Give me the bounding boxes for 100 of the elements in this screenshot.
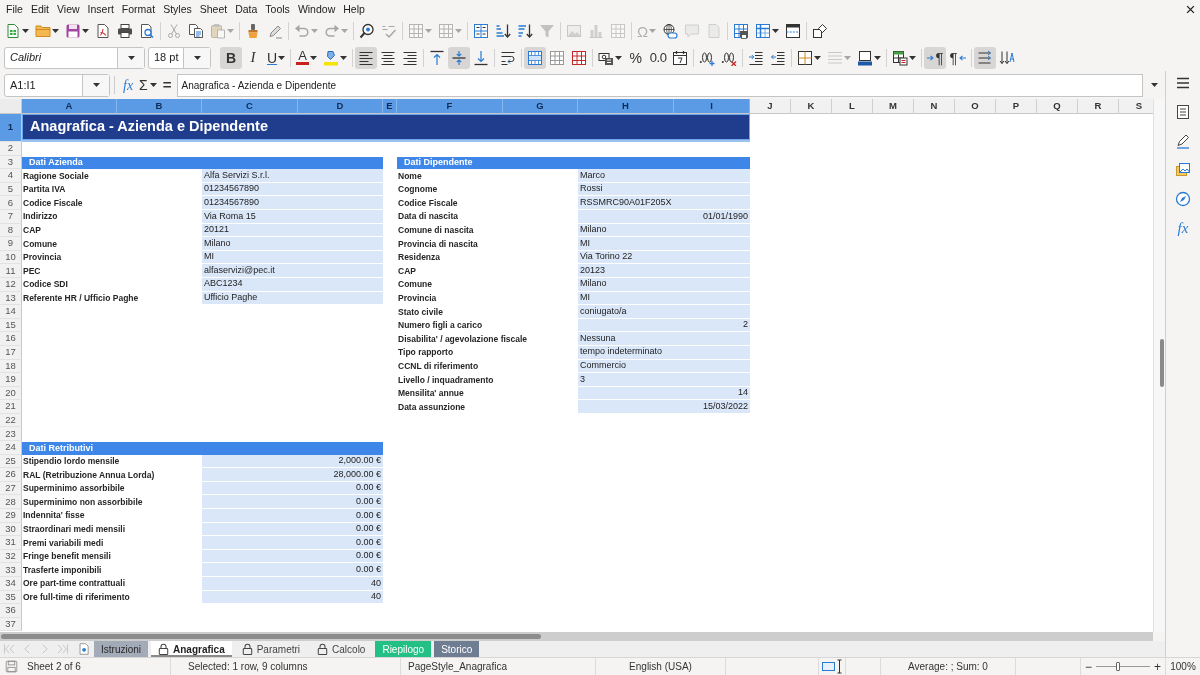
row-header[interactable]: 2	[0, 142, 22, 156]
row-header[interactable]: 29	[0, 509, 22, 523]
menu-item[interactable]: File	[2, 0, 27, 18]
sort-ascending-icon	[495, 23, 511, 39]
sum-button[interactable]: Σ	[136, 74, 160, 96]
menu-item[interactable]: Tools	[261, 0, 294, 18]
column-header[interactable]: Q	[1037, 99, 1078, 114]
menu-item[interactable]: Help	[339, 0, 369, 18]
menu-item[interactable]: Insert	[83, 0, 118, 18]
rtl-button[interactable]: ¶	[946, 46, 969, 69]
menu-icon	[1175, 75, 1191, 91]
bar-chart-icon	[588, 23, 604, 39]
column-header[interactable]: E	[383, 99, 397, 114]
row-header[interactable]: 9	[0, 237, 22, 251]
formula-button[interactable]: =	[159, 74, 175, 96]
text-ltr-button[interactable]	[973, 46, 996, 69]
column-header[interactable]: L	[832, 99, 873, 114]
column-header[interactable]: G	[503, 99, 578, 114]
row-header[interactable]: 31	[0, 536, 22, 550]
menu-item[interactable]: Window	[293, 0, 340, 18]
menu-item[interactable]: Format	[117, 0, 160, 18]
column-header[interactable]: A	[22, 99, 117, 114]
number-button[interactable]: 0.0	[646, 46, 670, 69]
row-header[interactable]: 36	[0, 604, 22, 618]
zoom-out-button[interactable]: −	[1083, 660, 1094, 673]
zoom-percent[interactable]: 100%	[1170, 659, 1196, 674]
sheet-title: Anagrafica - Azienda e Dipendente	[22, 114, 750, 142]
language[interactable]: English (USA)	[629, 659, 692, 674]
font-name-field[interactable]: Calibri	[4, 46, 145, 69]
sheet-tab[interactable]: Storico	[434, 641, 480, 657]
field-label: Provincia	[22, 251, 62, 264]
column-header[interactable]: I	[674, 99, 750, 114]
align-left-button[interactable]	[354, 46, 377, 69]
row-header[interactable]: 26	[0, 468, 22, 482]
percent-button[interactable]: %	[624, 46, 647, 69]
menu-item[interactable]: Edit	[26, 0, 53, 18]
column-header[interactable]: F	[397, 99, 503, 114]
field-label: Comune	[397, 278, 432, 292]
font-size-field[interactable]: 18 pt	[148, 46, 211, 69]
function-wizard-button[interactable]: fx	[120, 74, 137, 96]
sheet-tab[interactable]: Istruzioni	[94, 641, 148, 657]
menu-item[interactable]: Sheet	[195, 0, 232, 18]
field-label: PEC	[22, 264, 41, 278]
scrollbar-thumb[interactable]	[1, 634, 541, 639]
field-label: Livello / inquadramento	[397, 373, 494, 387]
field-label: Numero figli a carico	[397, 319, 483, 332]
value-cell: alfaservizi@pec.it	[202, 264, 383, 278]
menu-item[interactable]: Data	[231, 0, 262, 18]
functions-button[interactable]: fx	[1171, 217, 1195, 239]
row-header[interactable]: 19	[0, 373, 22, 387]
column-header[interactable]: K	[791, 99, 832, 114]
sheet-tab[interactable]: Parametri	[234, 641, 308, 657]
column-header[interactable]: H	[578, 99, 674, 114]
align-middle-button[interactable]	[447, 46, 470, 69]
row-header[interactable]: 33	[0, 563, 22, 577]
vertical-scrollbar[interactable]	[1153, 99, 1165, 632]
printer-icon	[117, 23, 133, 39]
row-header[interactable]: 4	[0, 169, 22, 183]
row-header[interactable]: 14	[0, 305, 22, 319]
column-header[interactable]: M	[873, 99, 914, 114]
selection-info: Selected: 1 row, 9 columns	[188, 660, 308, 674]
row-header[interactable]: 24	[0, 441, 22, 455]
column-header[interactable]: N	[914, 99, 955, 114]
sheet-tab[interactable]: Calcolo	[310, 641, 373, 657]
font-color-button[interactable]: A	[293, 46, 320, 69]
slider-thumb[interactable]	[1115, 662, 1120, 671]
menu-item[interactable]: View	[53, 0, 84, 18]
column-header[interactable]: R	[1078, 99, 1119, 114]
row-header[interactable]: 23	[0, 427, 22, 442]
row-header[interactable]: 6	[0, 196, 22, 210]
underline-button[interactable]: U	[264, 46, 289, 69]
row-header[interactable]: 11	[0, 264, 22, 278]
bold-button[interactable]: B	[220, 46, 242, 69]
column-header[interactable]: C	[202, 99, 298, 114]
column-header[interactable]: O	[955, 99, 996, 114]
row-header[interactable]: 34	[0, 577, 22, 591]
scrollbar-thumb[interactable]	[1160, 339, 1164, 387]
add-decimal-icon	[699, 49, 716, 66]
zoom-in-button[interactable]: +	[1152, 660, 1163, 673]
field-label: CAP	[397, 264, 416, 278]
name-box[interactable]: A1:I1	[4, 73, 110, 97]
merge-center-button[interactable]	[523, 46, 546, 69]
row-header[interactable]: 16	[0, 332, 22, 346]
column-header[interactable]: J	[750, 99, 791, 114]
pdf-document-icon	[95, 23, 111, 39]
column-header[interactable]: P	[996, 99, 1037, 114]
column-header[interactable]: S	[1119, 99, 1153, 114]
row-header[interactable]: 1	[0, 114, 22, 142]
page-style[interactable]: PageStyle_Anagrafica	[408, 659, 507, 674]
row-header[interactable]: 28	[0, 495, 22, 510]
sheet-tab[interactable]: Anagrafica	[151, 641, 232, 657]
italic-button[interactable]: I	[242, 46, 264, 69]
column-header[interactable]: B	[117, 99, 202, 114]
ltr-button[interactable]: ¶	[924, 46, 947, 69]
menu-item[interactable]: Styles	[159, 0, 196, 18]
column-header[interactable]: D	[298, 99, 383, 114]
row-header[interactable]: 21	[0, 400, 22, 414]
horizontal-scrollbar[interactable]	[0, 632, 1153, 641]
close-icon	[1186, 4, 1195, 14]
formula-input[interactable]: Anagrafica - Azienda e Dipendente	[176, 73, 1143, 97]
